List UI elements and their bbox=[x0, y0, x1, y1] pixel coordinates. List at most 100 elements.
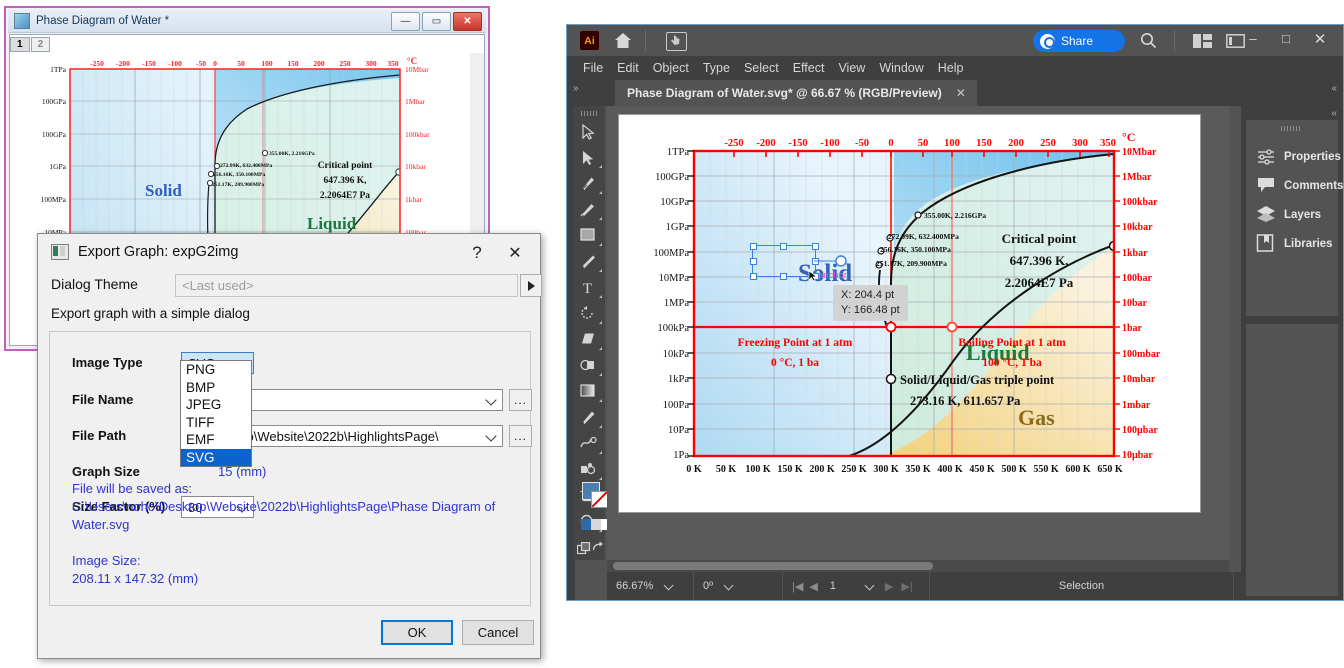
gradient-tool[interactable] bbox=[573, 379, 605, 405]
dialog-theme-menu-button[interactable] bbox=[520, 274, 542, 297]
artboard-number[interactable]: 1 bbox=[830, 580, 836, 592]
gradient-button[interactable] bbox=[591, 519, 601, 530]
origin-titlebar[interactable]: Phase Diagram of Water * — ▭ ✕ bbox=[8, 10, 486, 33]
arrange-documents-icon[interactable] bbox=[1193, 34, 1212, 48]
left-dock-expand-icon[interactable]: » bbox=[573, 83, 579, 94]
selection-handle[interactable] bbox=[750, 273, 757, 280]
paintbrush-tool[interactable] bbox=[573, 249, 605, 275]
artboard[interactable]: -250-200-150 -100-500 50100150 200250300… bbox=[619, 115, 1200, 512]
panel-comments[interactable]: Comments bbox=[1246, 171, 1338, 200]
color-button[interactable] bbox=[581, 519, 591, 530]
ai-minimize-button[interactable]: – bbox=[1236, 27, 1270, 50]
home-icon[interactable] bbox=[614, 32, 632, 49]
edit-toolbar-icon[interactable] bbox=[573, 537, 593, 563]
panel-libraries[interactable]: Libraries bbox=[1246, 229, 1338, 258]
collapse-panels-icon[interactable]: « bbox=[1331, 108, 1337, 119]
selection-handle[interactable] bbox=[750, 258, 757, 265]
menu-effect[interactable]: Effect bbox=[793, 61, 825, 75]
dropdown-option-bmp[interactable]: BMP bbox=[181, 379, 251, 397]
menu-object[interactable]: Object bbox=[653, 61, 689, 75]
minimize-button[interactable]: — bbox=[391, 12, 420, 31]
first-artboard-icon[interactable]: |◀ bbox=[792, 580, 803, 593]
file-path-browse-button[interactable]: ... bbox=[509, 425, 532, 447]
fill-stroke-swatch[interactable] bbox=[582, 482, 608, 508]
canvas-area[interactable]: -250-200-150 -100-500 50100150 200250300… bbox=[607, 106, 1229, 560]
rotation-control[interactable]: 0º bbox=[694, 572, 783, 600]
selection-handle[interactable] bbox=[750, 243, 757, 250]
rotate-tool[interactable] bbox=[573, 301, 605, 327]
shape-builder-tool[interactable] bbox=[573, 353, 605, 379]
search-icon[interactable] bbox=[1140, 32, 1157, 49]
ok-button[interactable]: OK bbox=[381, 620, 453, 645]
next-artboard-icon[interactable]: ▶ bbox=[885, 580, 893, 593]
ai-close-button[interactable]: ✕ bbox=[1303, 27, 1337, 50]
file-path-row[interactable]: File Path no\Desktop\Website\2022b\Highl… bbox=[50, 425, 530, 449]
ai-maximize-button[interactable]: □ bbox=[1269, 27, 1303, 50]
tools-panel[interactable]: T bbox=[573, 106, 605, 560]
menu-file[interactable]: File bbox=[583, 61, 603, 75]
panel-grip[interactable] bbox=[581, 111, 598, 116]
scroll-thumb[interactable] bbox=[613, 562, 933, 570]
origin-tab-1[interactable]: 1 bbox=[10, 37, 30, 52]
dropdown-option-tiff[interactable]: TIFF bbox=[181, 414, 251, 432]
type-tool[interactable]: T bbox=[573, 275, 605, 301]
origin-layer-tabs[interactable]: 1 2 bbox=[10, 35, 51, 52]
dropdown-option-svg[interactable]: SVG bbox=[181, 449, 251, 467]
dropdown-option-jpeg[interactable]: JPEG bbox=[181, 396, 251, 414]
eyedropper-tool[interactable] bbox=[573, 405, 605, 431]
menu-edit[interactable]: Edit bbox=[617, 61, 639, 75]
menu-view[interactable]: View bbox=[838, 61, 865, 75]
menu-type[interactable]: Type bbox=[703, 61, 730, 75]
eraser-tool[interactable] bbox=[573, 327, 605, 353]
chevron-down-icon[interactable] bbox=[866, 582, 874, 590]
chevron-down-icon[interactable] bbox=[487, 396, 496, 405]
cancel-button[interactable]: Cancel bbox=[462, 620, 534, 645]
origin-window-controls[interactable]: — ▭ ✕ bbox=[391, 12, 482, 31]
pen-tool[interactable] bbox=[573, 171, 605, 197]
image-type-row[interactable]: Image Type SVG bbox=[50, 352, 530, 376]
symbol-sprayer-tool[interactable] bbox=[573, 457, 605, 483]
direct-selection-tool[interactable] bbox=[573, 145, 605, 171]
document-tab[interactable]: Phase Diagram of Water.svg* @ 66.67 % (R… bbox=[615, 80, 977, 106]
share-button[interactable]: Share bbox=[1033, 30, 1125, 52]
right-dock-collapse-icon[interactable]: « bbox=[1331, 83, 1337, 94]
menu-help[interactable]: Help bbox=[938, 61, 964, 75]
chevron-down-icon[interactable] bbox=[487, 432, 496, 441]
panel-dock-lower[interactable] bbox=[1246, 324, 1338, 596]
file-name-browse-button[interactable]: ... bbox=[509, 389, 532, 411]
tool-status-display[interactable]: Selection bbox=[930, 572, 1234, 600]
selection-tool[interactable] bbox=[573, 119, 605, 145]
image-type-dropdown-list[interactable]: PNG BMP JPEG TIFF EMF SVG bbox=[180, 360, 252, 467]
dropdown-option-emf[interactable]: EMF bbox=[181, 431, 251, 449]
zoom-level-control[interactable]: 66.67% bbox=[607, 572, 694, 600]
last-artboard-icon[interactable]: ▶| bbox=[901, 580, 912, 593]
selection-handle[interactable] bbox=[812, 243, 819, 250]
document-tab-close-icon[interactable]: ✕ bbox=[956, 86, 966, 100]
rectangle-tool[interactable] bbox=[573, 223, 605, 249]
panel-properties[interactable]: Properties bbox=[1246, 142, 1338, 171]
prev-artboard-icon[interactable]: ◀ bbox=[809, 580, 817, 593]
menu-window[interactable]: Window bbox=[879, 61, 923, 75]
dropdown-option-png[interactable]: PNG bbox=[181, 361, 251, 379]
origin-tab-2[interactable]: 2 bbox=[31, 37, 51, 52]
panel-grip[interactable] bbox=[1281, 126, 1303, 131]
close-button[interactable]: ✕ bbox=[453, 12, 482, 31]
file-name-row[interactable]: File Name > ... bbox=[50, 389, 530, 413]
chevron-down-icon[interactable] bbox=[725, 582, 733, 590]
canvas-horizontal-scrollbar[interactable] bbox=[607, 560, 1229, 572]
dialog-theme-input[interactable]: <Last used> bbox=[175, 274, 518, 297]
blend-tool[interactable] bbox=[573, 431, 605, 457]
curvature-tool[interactable] bbox=[573, 197, 605, 223]
touch-workspace-icon[interactable] bbox=[666, 32, 687, 51]
chevron-down-icon[interactable] bbox=[665, 582, 673, 590]
illustrator-window[interactable]: Ai Share – □ ✕ File Edit Object Type Sel… bbox=[566, 24, 1344, 601]
maximize-button[interactable]: ▭ bbox=[422, 12, 451, 31]
panel-layers[interactable]: Layers bbox=[1246, 200, 1338, 229]
help-button[interactable]: ? bbox=[462, 240, 492, 266]
menu-select[interactable]: Select bbox=[744, 61, 779, 75]
menu-bar[interactable]: File Edit Object Type Select Effect View… bbox=[567, 56, 1343, 80]
selection-handle[interactable] bbox=[780, 273, 787, 280]
dialog-close-button[interactable]: ✕ bbox=[500, 240, 530, 266]
panel-group[interactable]: Properties Comments Layers Libraries bbox=[1246, 120, 1338, 316]
right-dock[interactable]: Properties Comments Layers Libraries bbox=[1241, 106, 1343, 600]
